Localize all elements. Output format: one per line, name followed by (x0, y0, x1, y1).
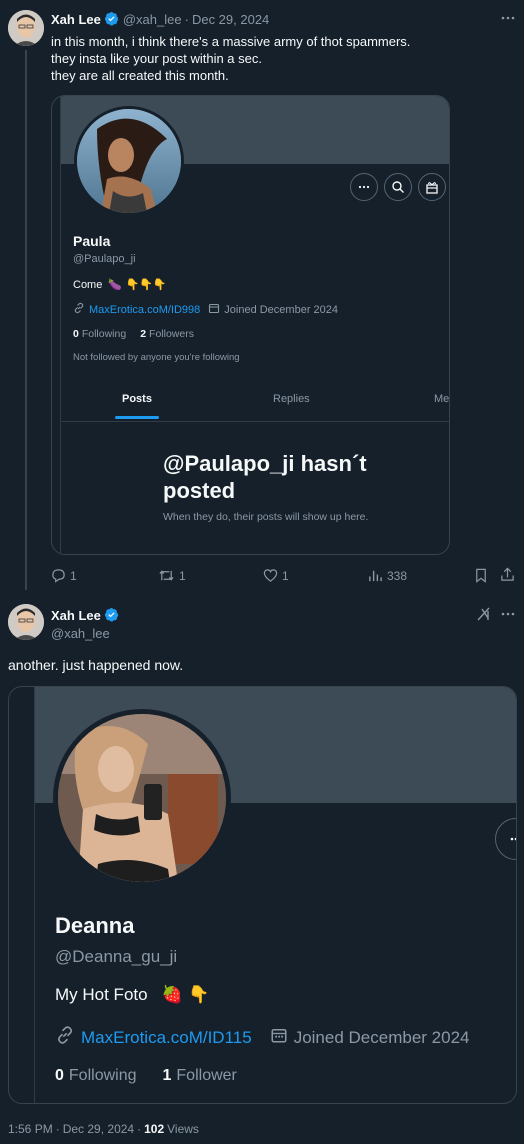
profile-handle: @Paulapo_ji (73, 253, 136, 265)
bio-emoji: 🍆 👇👇👇 (108, 278, 167, 291)
profile-meta: MaxErotica.coM/ID998 Joined December 202… (73, 302, 338, 317)
share-icon[interactable] (500, 567, 515, 587)
like-button[interactable]: 1 (263, 568, 289, 583)
profile-gift-button (418, 173, 446, 201)
header-separator: · (184, 11, 189, 27)
views-count: 338 (387, 568, 408, 583)
like-count: 1 (282, 568, 289, 583)
followed-note: Not followed by anyone you're following (73, 352, 240, 363)
empty-state-title: @Paulapo_ji hasn´t posted (163, 451, 367, 503)
author-avatar[interactable] (8, 10, 44, 46)
tweet-line: they insta like your post within a sec. (51, 51, 262, 66)
tweet-date[interactable]: Dec 29, 2024 (192, 12, 269, 27)
bookmark-icon[interactable] (474, 568, 488, 588)
footer-separator: · (137, 1122, 142, 1136)
profile-link: MaxErotica.coM/ID998 (89, 303, 201, 316)
footer-separator: · (55, 1122, 60, 1136)
followers-count: 2 (140, 328, 147, 340)
tweet-header: Xah Lee (51, 607, 119, 623)
author-avatar[interactable] (8, 604, 44, 640)
tab-media: Me (434, 393, 450, 405)
footer-time[interactable]: 1:56 PM (8, 1122, 53, 1136)
following-label: Following (81, 328, 127, 340)
profile-search-button (384, 173, 412, 201)
author-handle[interactable]: @xah_lee (123, 12, 182, 27)
bio-text: Come (73, 278, 103, 291)
tweet-line: in this month, i think there's a massive… (51, 34, 411, 49)
repost-button[interactable]: 1 (158, 568, 186, 583)
followers-label: Follower (176, 1067, 237, 1084)
tab-posts-underline (115, 416, 159, 419)
bio-text: My Hot Foto (55, 985, 148, 1004)
link-icon (55, 1025, 75, 1050)
calendar-icon (270, 1026, 288, 1049)
reply-count: 1 (70, 568, 77, 583)
profile-joined: Joined December 2024 (293, 1027, 470, 1047)
author-name[interactable]: Xah Lee (51, 608, 101, 623)
profile-meta: MaxErotica.coM/ID115 Joined December 202… (55, 1025, 469, 1050)
heart-icon (263, 569, 278, 582)
profile-bio: Come 🍆 👇👇👇 (73, 278, 167, 291)
repost-count: 1 (179, 568, 186, 583)
grok-icon[interactable] (476, 606, 492, 627)
profile-bio: My Hot Foto 🍓 👇 (55, 985, 209, 1005)
footer-date[interactable]: Dec 29, 2024 (63, 1122, 134, 1136)
reply-icon (52, 569, 65, 583)
repost-icon (159, 570, 174, 581)
author-handle[interactable]: @xah_lee (51, 626, 110, 641)
embedded-image[interactable]: Deanna @Deanna_gu_ji My Hot Foto 🍓 👇 Max… (8, 686, 517, 1104)
verified-badge-icon (104, 607, 119, 623)
profile-link: MaxErotica.coM/ID115 (81, 1027, 252, 1047)
tweet-text: another. just happened now. (8, 657, 184, 673)
reply-button[interactable]: 1 (51, 568, 77, 583)
profile-more-button (350, 173, 378, 201)
profile-more-button (495, 818, 516, 860)
left-column-border (60, 96, 61, 554)
link-icon (73, 302, 85, 317)
tabs-divider (61, 421, 449, 422)
bio-emoji: 🍓 👇 (161, 985, 210, 1005)
more-dots-icon[interactable] (500, 606, 516, 622)
profile-joined: Joined December 2024 (224, 303, 339, 316)
footer-views-label: Views (167, 1122, 199, 1136)
followers-label: Followers (149, 328, 194, 340)
tab-posts: Posts (122, 393, 152, 405)
footer-views-count: 102 (144, 1122, 165, 1136)
tab-replies: Replies (273, 393, 310, 405)
author-name[interactable]: Xah Lee (51, 12, 101, 27)
thread-line (25, 50, 27, 590)
tweet-footer: 1:56 PM · Dec 29, 2024 · 102 Views (8, 1122, 199, 1136)
views-chart-icon (369, 570, 382, 582)
following-count: 0 (55, 1067, 64, 1084)
profile-name: Paula (73, 233, 111, 249)
profile-avatar (74, 106, 184, 216)
views-button[interactable]: 338 (368, 568, 407, 583)
calendar-icon (208, 302, 220, 317)
empty-state-subtitle: When they do, their posts will show up h… (163, 511, 369, 523)
more-dots-icon[interactable] (500, 10, 516, 26)
tweet-header: Xah Lee @xah_lee · Dec 29, 2024 (51, 11, 269, 27)
tweet-line: they are all created this month. (51, 68, 229, 83)
followers-count: 1 (162, 1067, 172, 1084)
profile-follow-counts: 0 Following 1 Follower (55, 1067, 237, 1085)
embedded-image[interactable]: Paula @Paulapo_ji Come 🍆 👇👇👇 MaxErotica.… (51, 95, 450, 555)
verified-badge-icon (104, 11, 119, 27)
profile-follow-counts: 0 Following 2 Followers (73, 328, 194, 340)
tweet-text: in this month, i think there's a massive… (51, 33, 410, 84)
profile-handle: @Deanna_gu_ji (55, 947, 178, 966)
profile-avatar (53, 709, 231, 887)
following-label: Following (68, 1067, 137, 1084)
following-count: 0 (73, 328, 79, 340)
profile-name: Deanna (55, 913, 135, 938)
